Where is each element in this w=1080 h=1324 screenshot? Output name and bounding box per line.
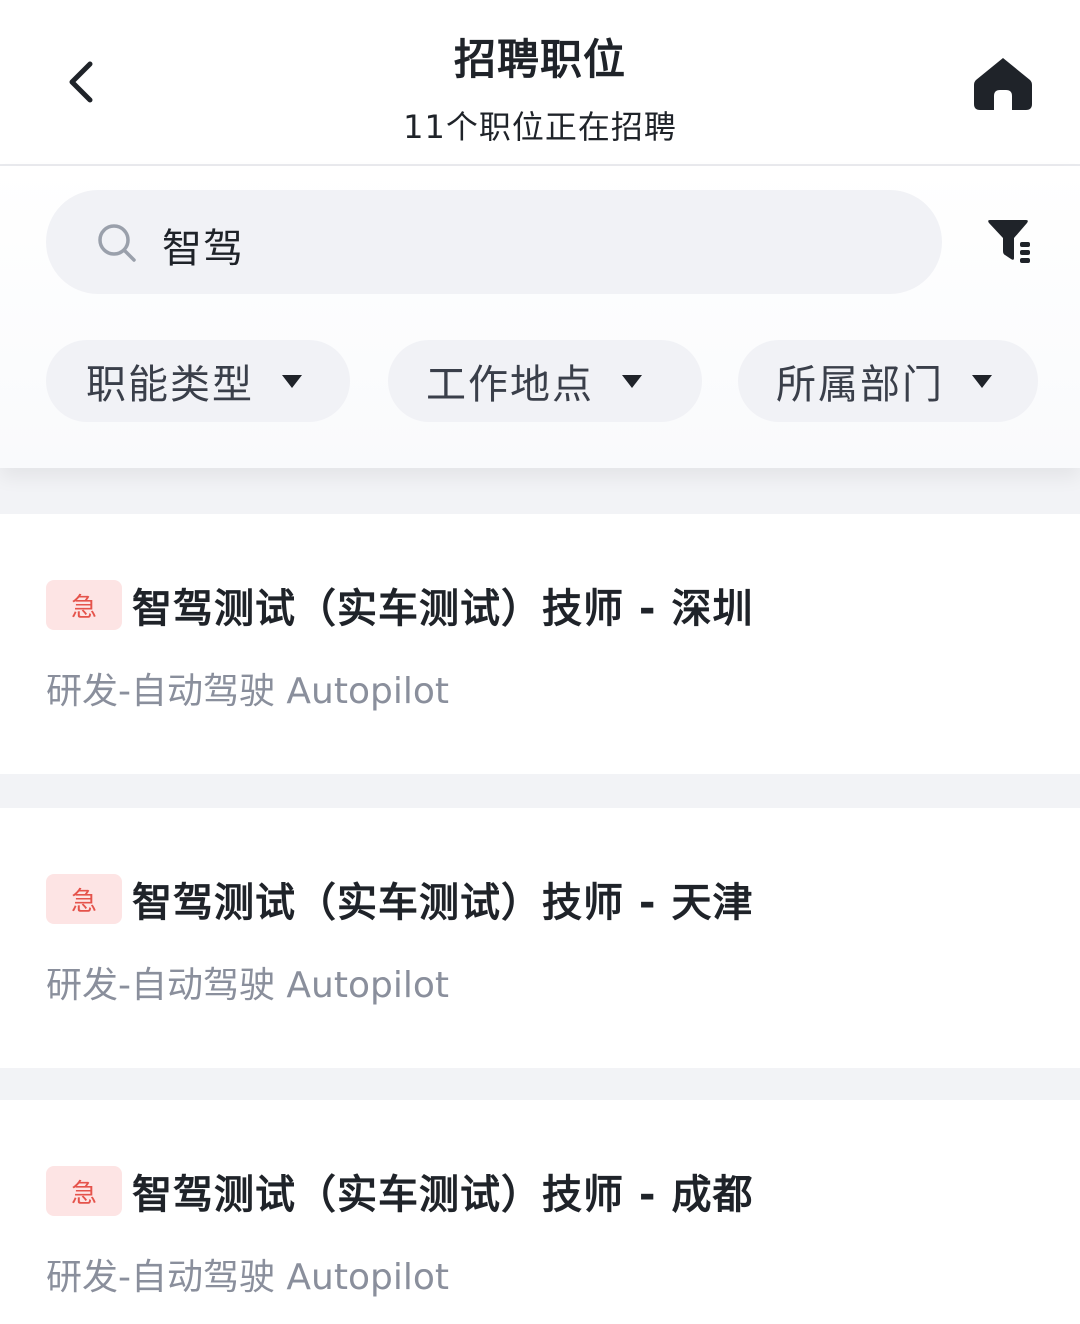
filter-department[interactable]: 所属部门 bbox=[738, 340, 1038, 422]
job-card[interactable]: 急 智驾测试（实车测试）技师 - 深圳 研发-自动驾驶 Autopilot bbox=[0, 514, 1080, 774]
job-title: 智驾测试（实车测试）技师 - 天津 bbox=[132, 880, 754, 926]
search-value: 智驾 bbox=[162, 226, 244, 272]
urgent-badge: 急 bbox=[46, 1166, 122, 1216]
filter-department-label: 所属部门 bbox=[776, 362, 944, 408]
filter-icon bbox=[988, 220, 1030, 263]
urgent-badge: 急 bbox=[46, 580, 122, 630]
search-icon bbox=[98, 224, 136, 262]
caret-down-icon bbox=[622, 374, 642, 388]
filter-button[interactable] bbox=[984, 212, 1040, 268]
caret-down-icon bbox=[282, 374, 302, 388]
page-subtitle: 11个职位正在招聘 bbox=[403, 108, 677, 146]
page-title: 招聘职位 bbox=[453, 35, 626, 84]
job-department: 研发-自动驾驶 Autopilot bbox=[46, 671, 450, 712]
caret-down-icon bbox=[972, 374, 992, 388]
job-card[interactable]: 急 智驾测试（实车测试）技师 - 成都 研发-自动驾驶 Autopilot bbox=[0, 1100, 1080, 1324]
page-header: 招聘职位 11个职位正在招聘 bbox=[0, 0, 1080, 166]
filter-function-type[interactable]: 职能类型 bbox=[46, 340, 350, 422]
home-button[interactable] bbox=[970, 52, 1036, 116]
search-input[interactable]: 智驾 bbox=[46, 190, 942, 294]
job-title: 智驾测试（实车测试）技师 - 深圳 bbox=[132, 586, 754, 632]
job-department: 研发-自动驾驶 Autopilot bbox=[46, 1257, 450, 1298]
home-icon bbox=[974, 58, 1032, 110]
filter-work-location[interactable]: 工作地点 bbox=[388, 340, 702, 422]
job-card[interactable]: 急 智驾测试（实车测试）技师 - 天津 研发-自动驾驶 Autopilot bbox=[0, 808, 1080, 1068]
filter-function-type-label: 职能类型 bbox=[86, 362, 254, 408]
filter-work-location-label: 工作地点 bbox=[426, 362, 594, 408]
urgent-badge: 急 bbox=[46, 874, 122, 924]
job-title: 智驾测试（实车测试）技师 - 成都 bbox=[132, 1172, 754, 1218]
search-filter-panel: 智驾 职能类型 工作地点 所属部门 bbox=[0, 166, 1080, 468]
job-department: 研发-自动驾驶 Autopilot bbox=[46, 965, 450, 1006]
